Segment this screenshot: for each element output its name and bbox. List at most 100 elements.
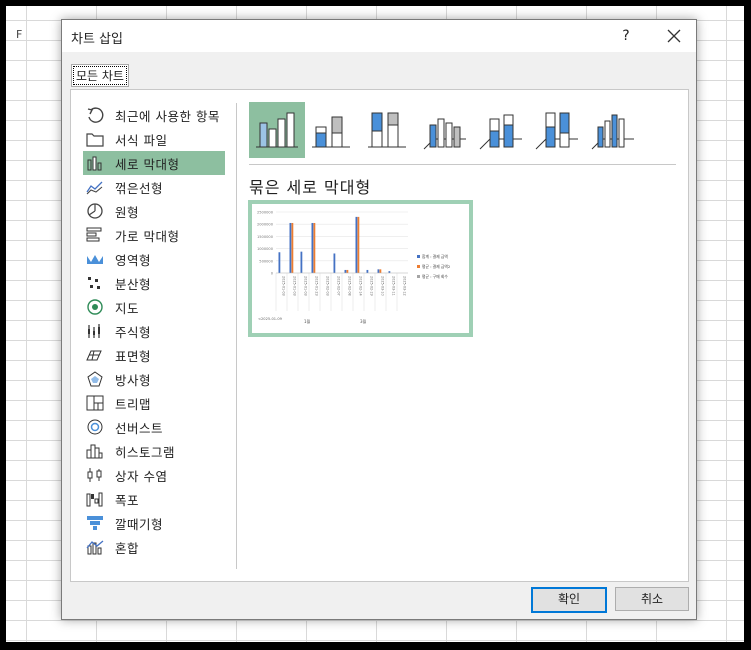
chart-type-item[interactable]: 분산형	[83, 271, 225, 295]
chart-type-label: 서식 파일	[115, 132, 168, 148]
x-tick-label: 2025-02-19	[370, 276, 374, 296]
chart-type-label: 최근에 사용한 항목	[115, 108, 220, 124]
chart-type-item[interactable]: 최근에 사용한 항목	[83, 103, 225, 127]
radar-chart-icon	[85, 370, 105, 388]
legend-label: 합계 : 결제 금액	[422, 254, 448, 259]
funnel-chart-icon	[85, 514, 105, 532]
chart-type-item[interactable]: 지도	[83, 295, 225, 319]
chart-type-item[interactable]: 가로 막대형	[83, 223, 225, 247]
histogram-chart-icon	[85, 442, 105, 460]
chart-type-item[interactable]: 꺾은선형	[83, 175, 225, 199]
column-chart-icon	[85, 154, 105, 172]
line-chart-icon	[85, 178, 105, 196]
x-tick-label: 2025-01-03	[282, 276, 286, 296]
chart-preview[interactable]: 2500000 2000000 1500000 1000000 500000 0 2025-…	[248, 200, 473, 337]
chart-type-item[interactable]: 혼합	[83, 535, 225, 559]
preview-bar	[366, 269, 369, 273]
chart-type-item[interactable]: 영역형	[83, 247, 225, 271]
preview-chart: 2500000 2000000 1500000 1000000 500000 0 2025-…	[257, 211, 451, 325]
bar-chart-icon	[85, 226, 105, 244]
chart-type-item[interactable]: 트리맵	[83, 391, 225, 415]
group-label: 3월	[360, 318, 367, 324]
legend-label: 평균 : 결제 금액2	[422, 264, 451, 269]
preview-bar	[311, 222, 314, 273]
y-tick-label: 1500000	[257, 235, 274, 239]
chart-type-item[interactable]: 서식 파일	[83, 127, 225, 151]
chart-type-item[interactable]: 상자 수염	[83, 463, 225, 487]
chart-type-item[interactable]: 주식형	[83, 319, 225, 343]
tab-all-charts[interactable]: 모든 차트	[71, 64, 129, 87]
divider	[249, 164, 676, 165]
close-button[interactable]	[662, 24, 686, 48]
chart-panel: 최근에 사용한 항목서식 파일세로 막대형꺾은선형원형가로 막대형영역형분산형지…	[70, 89, 689, 582]
preview-bar	[333, 253, 336, 273]
chart-type-label: 분산형	[115, 276, 152, 292]
x-tick-label: 2025-03-11	[392, 276, 396, 296]
close-icon	[667, 29, 681, 43]
box-whisker-chart-icon	[85, 466, 105, 484]
chart-subtype[interactable]	[585, 102, 641, 158]
chart-type-item[interactable]: 히스토그램	[83, 439, 225, 463]
chart-type-label: 원형	[115, 204, 140, 220]
chart-subtype[interactable]	[473, 102, 529, 158]
group-label: 1월	[304, 318, 311, 324]
chart-type-label: 가로 막대형	[115, 228, 180, 244]
legend-swatch	[417, 265, 420, 268]
ok-button[interactable]: 확인	[531, 587, 607, 613]
3d-100-stacked-column-icon	[535, 112, 578, 150]
x-tick-label: 2025-01-03	[293, 276, 297, 296]
x-tick-label: 2025-01-23	[315, 276, 319, 296]
column-header-fragment: F	[16, 28, 23, 41]
chart-subtype[interactable]	[417, 102, 473, 158]
help-button[interactable]: ?	[614, 24, 638, 48]
chart-type-item[interactable]: 폭포	[83, 487, 225, 511]
chart-type-label: 표면형	[115, 348, 152, 364]
chart-type-label: 깔때기형	[115, 516, 164, 532]
preview-bar	[344, 269, 347, 273]
insert-chart-dialog: 차트 삽입 ? 모든 차트 최근에 사용한 항목 서식 파일 세로 막대형 꺾은선형 원…	[61, 19, 697, 620]
chart-type-label: 주식형	[115, 324, 152, 340]
chart-subtype-row	[249, 102, 641, 158]
chart-type-label: 방사형	[115, 372, 152, 388]
chart-type-label: 영역형	[115, 252, 152, 268]
treemap-chart-icon	[85, 394, 105, 412]
chart-type-label: 트리맵	[115, 396, 152, 412]
waterfall-chart-icon	[85, 490, 105, 508]
chart-type-item[interactable]: 선버스트	[83, 415, 225, 439]
divider	[236, 103, 237, 569]
chart-type-item[interactable]: 표면형	[83, 343, 225, 367]
preview-bar	[289, 222, 292, 273]
x-tick-label: 2025-02-08	[348, 276, 352, 296]
3d-clustered-column-icon	[423, 118, 466, 150]
chart-type-item[interactable]: 방사형	[83, 367, 225, 391]
y-tick-label: 500000	[259, 259, 273, 263]
y-tick-label: 1000000	[257, 247, 274, 251]
stock-chart-icon	[85, 322, 105, 340]
y-tick-label: 2000000	[257, 223, 274, 227]
chart-subtype[interactable]	[529, 102, 585, 158]
preview-bar	[346, 269, 349, 273]
chart-type-label: 혼합	[115, 540, 140, 556]
folder-icon	[85, 130, 105, 148]
preview-bar	[379, 269, 382, 273]
legend-label: 평균 : 구매 회수	[422, 274, 448, 279]
cancel-button[interactable]: 취소	[615, 587, 689, 611]
chart-type-label: 상자 수염	[115, 468, 168, 484]
chart-subtype[interactable]	[361, 102, 417, 158]
chart-type-label: 세로 막대형	[115, 156, 180, 172]
chart-type-item[interactable]: 원형	[83, 199, 225, 223]
recent-icon	[85, 106, 105, 124]
chart-subtype[interactable]	[305, 102, 361, 158]
100-stacked-column-icon	[368, 112, 406, 148]
group-caption: <2025-01-09	[258, 317, 283, 321]
chart-subtype[interactable]	[249, 102, 305, 158]
x-tick-label: 2025-03-10	[381, 276, 385, 296]
preview-bar	[355, 216, 358, 273]
combo-chart-icon	[85, 538, 105, 556]
preview-bar	[377, 269, 380, 273]
legend-swatch	[417, 275, 420, 278]
chart-type-item[interactable]: 깔때기형	[83, 511, 225, 535]
surface-chart-icon	[85, 346, 105, 364]
chart-type-item[interactable]: 세로 막대형	[83, 151, 225, 175]
legend-swatch	[417, 255, 420, 258]
